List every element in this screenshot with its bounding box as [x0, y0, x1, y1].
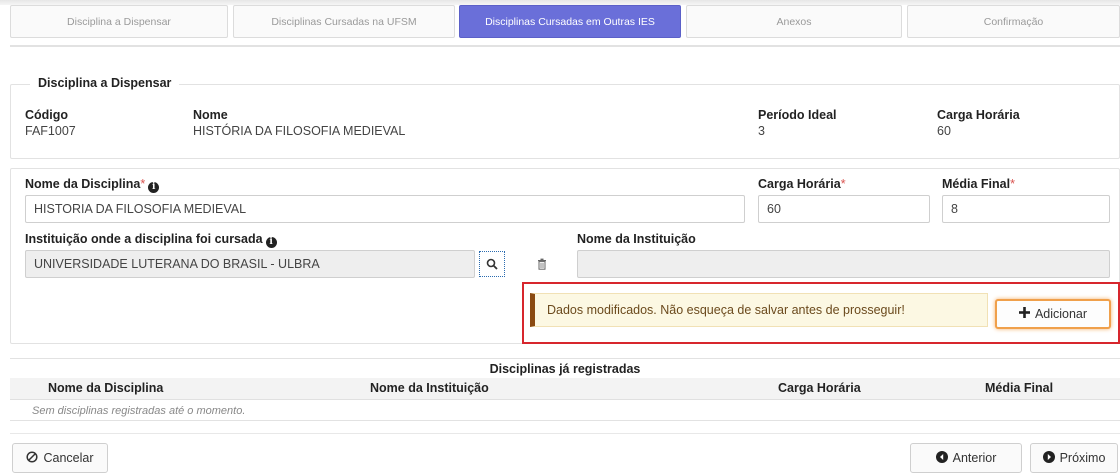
- periodo-ideal-label: Período Ideal: [758, 108, 837, 122]
- media-final-label-text: Média Final: [942, 177, 1011, 191]
- carga-horaria-field-label-text: Carga Horária: [758, 177, 841, 191]
- step-confirmacao[interactable]: Confirmação: [907, 5, 1120, 38]
- nome-disciplina-input[interactable]: HISTORIA DA FILOSOFIA MEDIEVAL: [25, 195, 745, 223]
- required-mark: *: [1010, 177, 1015, 191]
- ban-icon: [26, 450, 39, 466]
- plus-icon: [1018, 307, 1030, 321]
- media-final-input[interactable]: 8: [942, 195, 1110, 223]
- empty-table-message: Sem disciplinas registradas até o moment…: [10, 401, 1120, 421]
- previous-button-label: Anterior: [952, 451, 997, 465]
- trash-icon: [538, 258, 546, 270]
- clear-institution-button[interactable]: [529, 251, 555, 277]
- step-disciplinas-ufsm[interactable]: Disciplinas Cursadas na UFSM: [233, 5, 455, 38]
- add-button-label: Adicionar: [1034, 307, 1088, 321]
- nome-value: HISTÓRIA DA FILOSOFIA MEDIEVAL: [193, 124, 406, 138]
- disciplina-dispensar-legend: Disciplina a Dispensar: [30, 76, 180, 90]
- unsaved-changes-alert: Dados modificados. Não esqueça de salvar…: [530, 293, 988, 327]
- required-mark: *: [140, 177, 146, 191]
- codigo-value: FAF1007: [25, 124, 76, 138]
- footer-divider: [10, 433, 1120, 434]
- search-institution-button[interactable]: [479, 251, 505, 277]
- cancel-button-label: Cancelar: [43, 451, 94, 465]
- steps-divider: [10, 45, 1120, 47]
- arrow-left-circle-icon: [935, 450, 948, 466]
- wizard-steps: Disciplina a Dispensar Disciplinas Cursa…: [10, 5, 1120, 38]
- column-header[interactable]: Nome da Disciplina: [48, 381, 163, 395]
- column-header[interactable]: Nome da Instituição: [370, 381, 489, 395]
- registradas-title: Disciplinas já registradas: [10, 358, 1120, 378]
- step-disciplinas-outras-ies[interactable]: Disciplinas Cursadas em Outras IES: [459, 5, 681, 38]
- nome-disciplina-label: Nome da Disciplina* i: [25, 177, 160, 193]
- instituicao-label: Instituição onde a disciplina foi cursad…: [25, 232, 277, 248]
- periodo-ideal-value: 3: [758, 124, 765, 138]
- nome-instituicao-input[interactable]: [577, 250, 1110, 278]
- next-button[interactable]: Próximo: [1030, 443, 1118, 473]
- carga-horaria-input[interactable]: 60: [758, 195, 930, 223]
- carga-horaria-value: 60: [937, 124, 951, 138]
- media-final-label: Média Final*: [942, 177, 1015, 191]
- info-icon[interactable]: i: [265, 237, 277, 248]
- search-icon: [486, 258, 498, 270]
- previous-button[interactable]: Anterior: [910, 443, 1022, 473]
- info-icon[interactable]: i: [148, 182, 160, 193]
- column-header[interactable]: Média Final: [985, 381, 1053, 395]
- carga-horaria-field-label: Carga Horária*: [758, 177, 846, 191]
- instituicao-label-text: Instituição onde a disciplina foi cursad…: [25, 232, 263, 246]
- nome-label: Nome: [193, 108, 228, 122]
- step-disciplina-a-dispensar[interactable]: Disciplina a Dispensar: [10, 5, 228, 38]
- carga-horaria-label: Carga Horária: [937, 108, 1020, 122]
- column-header[interactable]: Carga Horária: [778, 381, 861, 395]
- required-mark: *: [840, 177, 846, 191]
- add-button[interactable]: Adicionar: [995, 299, 1111, 329]
- codigo-label: Código: [25, 108, 69, 122]
- next-button-label: Próximo: [1059, 451, 1106, 465]
- nome-disciplina-label-text: Nome da Disciplina: [25, 177, 141, 191]
- registradas-header: Nome da Disciplina Nome da Instituição C…: [10, 378, 1120, 400]
- arrow-right-circle-icon: [1042, 450, 1055, 466]
- nome-instituicao-label: Nome da Instituição: [577, 232, 696, 246]
- cancel-button[interactable]: Cancelar: [12, 443, 108, 473]
- instituicao-input[interactable]: UNIVERSIDADE LUTERANA DO BRASIL - ULBRA: [25, 250, 475, 278]
- step-anexos[interactable]: Anexos: [686, 5, 902, 38]
